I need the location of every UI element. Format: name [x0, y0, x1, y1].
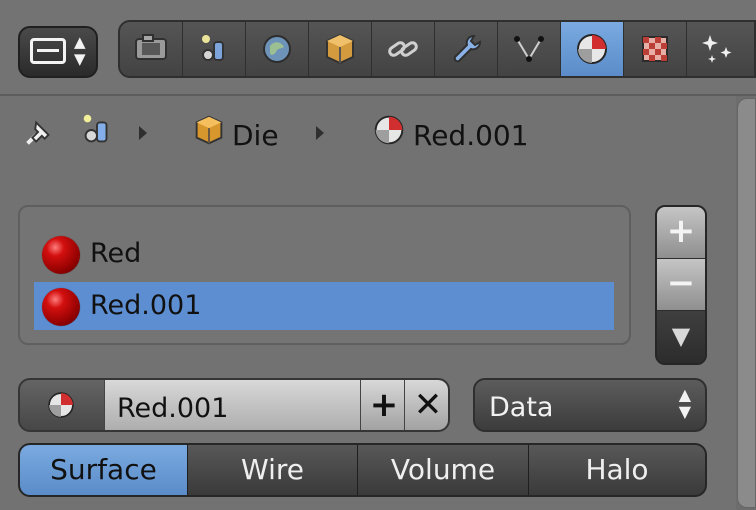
tab-surface[interactable]: Surface: [20, 445, 188, 495]
material-name-value: Red.001: [117, 393, 229, 424]
add-icon: +: [369, 385, 399, 425]
close-icon: ✕: [413, 385, 443, 425]
link-icon: [388, 41, 418, 57]
material-slot-controls: + − ▼: [655, 205, 707, 365]
tab-volume-label: Volume: [390, 453, 496, 486]
tab-wire[interactable]: Wire: [188, 445, 358, 495]
scene-icon: [202, 35, 224, 61]
tab-world[interactable]: [246, 22, 309, 76]
tab-material[interactable]: [561, 22, 624, 76]
dropdown-arrow-icon: ▼: [671, 322, 691, 350]
link-select-value: Data: [489, 392, 554, 423]
tab-object[interactable]: [309, 22, 372, 76]
cube-icon: [195, 115, 223, 145]
tab-texture[interactable]: [624, 22, 687, 76]
tab-particles[interactable]: [687, 22, 754, 76]
camera-icon: [135, 34, 167, 60]
wrench-icon: [453, 35, 481, 63]
property-tabs: [118, 20, 756, 78]
cube-icon: [326, 33, 354, 65]
breadcrumb-material-label[interactable]: Red.001: [413, 119, 529, 152]
tab-wire-label: Wire: [241, 453, 304, 486]
material-name-field[interactable]: Red.001: [104, 380, 361, 430]
editor-type-icon: [30, 38, 66, 64]
world-icon: [263, 35, 291, 63]
breadcrumb-separator: [316, 126, 324, 140]
scrollbar-thumb[interactable]: [737, 98, 756, 508]
sparkles-icon: [702, 35, 732, 63]
material-icon: [48, 392, 74, 418]
material-icon: [577, 34, 607, 64]
link-select[interactable]: Data ▲ ▼: [473, 378, 707, 432]
vertex-icon: [514, 36, 544, 62]
tab-data[interactable]: [498, 22, 561, 76]
tab-halo[interactable]: Halo: [529, 445, 705, 495]
updown-arrows-icon: ▲ ▼: [74, 33, 86, 68]
tab-halo-label: Halo: [585, 453, 649, 486]
breadcrumb: Die Red.001: [20, 108, 720, 168]
scene-icon: [83, 114, 108, 143]
remove-slot-button[interactable]: −: [657, 259, 705, 311]
tab-scene[interactable]: [183, 22, 246, 76]
new-material-button[interactable]: +: [360, 380, 407, 430]
remove-icon: −: [666, 263, 696, 303]
updown-arrows-icon: ▲ ▼: [678, 385, 691, 421]
tab-modifiers[interactable]: [435, 22, 498, 76]
material-icon: [374, 115, 404, 145]
slot-menu-button[interactable]: ▼: [657, 311, 705, 363]
add-icon: +: [666, 211, 696, 251]
checker-icon: [642, 36, 668, 62]
tab-constraints[interactable]: [372, 22, 435, 76]
material-ball-icon: [42, 236, 80, 274]
material-ball-icon: [42, 288, 80, 326]
add-slot-button[interactable]: +: [657, 207, 705, 259]
editor-type-selector[interactable]: ▲ ▼: [18, 26, 98, 78]
material-slot-label: Red.001: [90, 290, 202, 321]
list-item[interactable]: Red.001: [34, 282, 614, 330]
material-type-tabs: Surface Wire Volume Halo: [18, 443, 707, 497]
tab-surface-label: Surface: [50, 453, 157, 486]
breadcrumb-separator: [139, 126, 147, 140]
tab-render[interactable]: [120, 22, 183, 76]
material-datablock-row: Red.001 + ✕: [18, 378, 450, 432]
material-slot-label: Red: [90, 238, 142, 269]
tab-volume[interactable]: Volume: [358, 445, 529, 495]
breadcrumb-object-label[interactable]: Die: [232, 119, 279, 152]
pin-icon[interactable]: [20, 113, 58, 151]
material-slot-list: Red Red.001: [18, 205, 631, 345]
material-browse-button[interactable]: [20, 380, 104, 430]
unlink-material-button[interactable]: ✕: [404, 380, 448, 430]
list-item[interactable]: Red: [34, 230, 614, 278]
